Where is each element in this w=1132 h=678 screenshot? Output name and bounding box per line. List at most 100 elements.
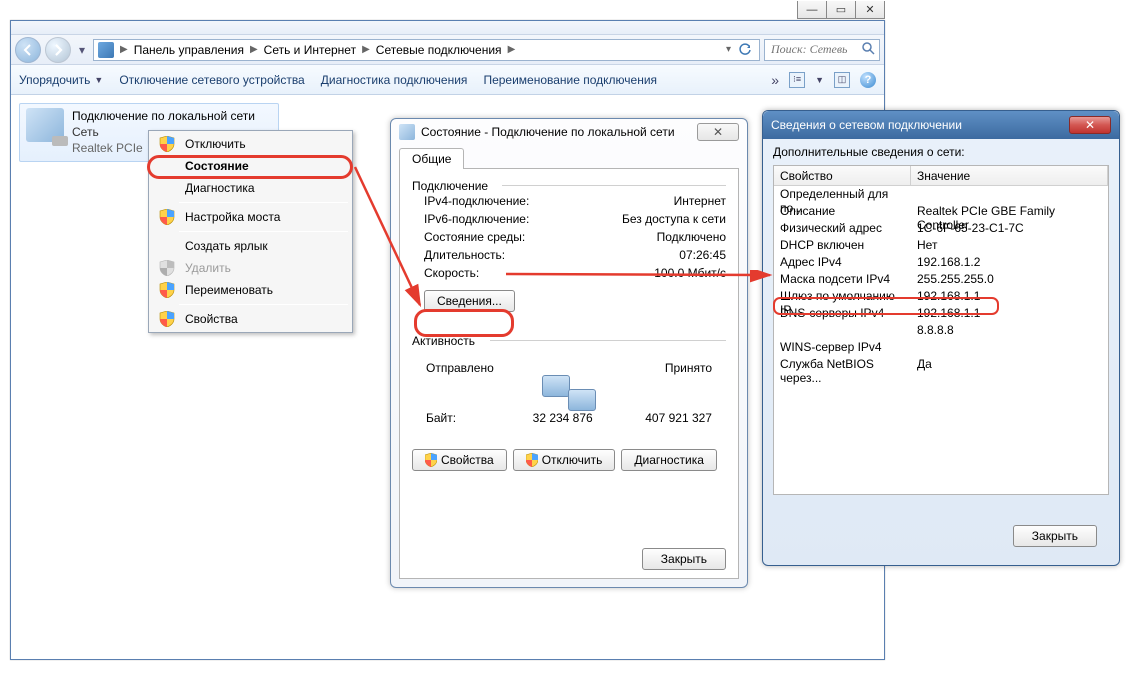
row-val: 192.168.1.2	[911, 254, 1108, 271]
ctx-status[interactable]: Состояние	[151, 155, 350, 177]
row-prop: Определенный для по...	[774, 186, 911, 203]
separator	[179, 231, 348, 232]
nav-back-button[interactable]	[15, 37, 41, 63]
ipv6-value: Без доступа к сети	[622, 212, 726, 226]
diagnose-button[interactable]: Диагностика подключения	[321, 73, 468, 87]
context-menu: Отключить Состояние Диагностика Настройк…	[148, 130, 353, 333]
shield-icon	[157, 209, 177, 225]
disable-label: Отключить	[542, 453, 603, 467]
address-row: ▾ ▶ Панель управления ▶ Сеть и Интернет …	[11, 35, 884, 65]
table-row[interactable]: DNS-серверы IPv4192.168.1.1	[774, 305, 1108, 322]
status-dialog: Состояние - Подключение по локальной сет…	[390, 118, 748, 588]
ctx-delete: Удалить	[151, 257, 350, 279]
separator	[179, 304, 348, 305]
shield-icon	[526, 453, 538, 467]
close-button[interactable]: Закрыть	[642, 548, 726, 570]
window-controls: — ▭ ✕	[798, 1, 885, 19]
separator	[502, 185, 726, 186]
search-box[interactable]	[764, 39, 880, 61]
search-icon[interactable]	[862, 42, 875, 58]
activity-area: Отправлено Принято Байт: 32 234 876 407 …	[412, 361, 726, 425]
organize-button[interactable]: Упорядочить ▼	[19, 73, 103, 87]
row-val: 192.168.1.1	[911, 305, 1108, 322]
breadcrumb-connections[interactable]: Сетевые подключения	[376, 43, 502, 57]
shield-icon	[425, 453, 437, 467]
nav-history-dropdown[interactable]: ▾	[75, 43, 89, 57]
speed-label: Скорость:	[412, 266, 479, 280]
status-close-button[interactable]: ✕	[697, 123, 739, 141]
row-prop: Физический адрес	[774, 220, 911, 237]
table-row[interactable]: ОписаниеRealtek PCIe GBE Family Controll…	[774, 203, 1108, 220]
ctx-status-label: Состояние	[185, 159, 249, 173]
button-row: Свойства Отключить Диагностика	[412, 449, 726, 471]
toolbar-overflow-icon[interactable]: »	[771, 72, 779, 88]
rename-button[interactable]: Переименование подключения	[483, 73, 657, 87]
ctx-shortcut[interactable]: Создать ярлык	[151, 235, 350, 257]
col-property[interactable]: Свойство	[774, 166, 911, 185]
shield-icon	[157, 311, 177, 327]
table-row[interactable]: 8.8.8.8	[774, 322, 1108, 339]
ctx-disable[interactable]: Отключить	[151, 133, 350, 155]
separator	[490, 340, 726, 341]
ctx-props[interactable]: Свойства	[151, 308, 350, 330]
duration-label: Длительность:	[412, 248, 505, 262]
nav-forward-button[interactable]	[45, 37, 71, 63]
close-button[interactable]: Закрыть	[1013, 525, 1097, 547]
details-close-button[interactable]: ✕	[1069, 116, 1111, 134]
ctx-rename[interactable]: Переименовать	[151, 279, 350, 301]
table-row[interactable]: Маска подсети IPv4255.255.255.0	[774, 271, 1108, 288]
breadcrumb-control-panel[interactable]: Панель управления	[134, 43, 244, 57]
col-value[interactable]: Значение	[911, 166, 1108, 185]
details-body: Дополнительные сведения о сети: Свойство…	[773, 145, 1109, 557]
address-dropdown-icon[interactable]: ▾	[726, 44, 731, 55]
ctx-disable-label: Отключить	[185, 137, 246, 151]
table-row[interactable]: Служба NetBIOS через...Да	[774, 356, 1108, 373]
help-button[interactable]: ?	[860, 72, 876, 88]
row-val	[911, 186, 1108, 203]
ctx-bridge[interactable]: Настройка моста	[151, 206, 350, 228]
search-input[interactable]	[769, 41, 849, 58]
table-row[interactable]: Шлюз по умолчанию IP...192.168.1.1	[774, 288, 1108, 305]
maximize-button[interactable]: ▭	[826, 1, 856, 19]
details-button[interactable]: Сведения...	[424, 290, 515, 312]
preview-pane-button[interactable]: ◫	[834, 72, 850, 88]
breadcrumb-network[interactable]: Сеть и Интернет	[264, 43, 356, 57]
group-activity-label: Активность	[412, 334, 726, 348]
view-options-button[interactable]: ⁝≡	[789, 72, 805, 88]
refresh-button[interactable]	[735, 40, 755, 60]
row-prop: Шлюз по умолчанию IP...	[774, 288, 911, 305]
breadcrumb-sep-icon: ▶	[250, 44, 258, 55]
disable-device-button[interactable]: Отключение сетевого устройства	[119, 73, 304, 87]
group-connection-label: Подключение	[412, 179, 726, 193]
recv-bytes: 407 921 327	[645, 411, 712, 425]
properties-button[interactable]: Свойства	[412, 449, 507, 471]
address-bar[interactable]: ▶ Панель управления ▶ Сеть и Интернет ▶ …	[93, 39, 760, 61]
table-row[interactable]: WINS-сервер IPv4	[774, 339, 1108, 356]
duration-value: 07:26:45	[679, 248, 726, 262]
tab-general[interactable]: Общие	[399, 148, 464, 169]
row-prop: Маска подсети IPv4	[774, 271, 911, 288]
chevron-down-icon: ▼	[94, 75, 103, 85]
minimize-button[interactable]: —	[797, 1, 827, 19]
disable-button[interactable]: Отключить	[513, 449, 616, 471]
close-button[interactable]: ✕	[855, 1, 885, 19]
table-row[interactable]: Определенный для по...	[774, 186, 1108, 203]
sent-label: Отправлено	[426, 361, 494, 375]
control-panel-icon	[98, 42, 114, 58]
ipv6-label: IPv6-подключение:	[412, 212, 529, 226]
ctx-rename-label: Переименовать	[185, 283, 273, 297]
table-row[interactable]: Адрес IPv4192.168.1.2	[774, 254, 1108, 271]
ipv4-label: IPv4-подключение:	[412, 194, 529, 208]
status-title: Состояние - Подключение по локальной сет…	[421, 125, 675, 139]
row-val: 255.255.255.0	[911, 271, 1108, 288]
bytes-label: Байт:	[426, 411, 456, 425]
activity-icon	[542, 375, 596, 411]
table-row[interactable]: DHCP включенНет	[774, 237, 1108, 254]
row-val: 1C-6F-65-23-C1-7C	[911, 220, 1108, 237]
ctx-diag[interactable]: Диагностика	[151, 177, 350, 199]
details-subtitle: Дополнительные сведения о сети:	[773, 145, 1109, 159]
separator	[179, 202, 348, 203]
table-row[interactable]: Физический адрес1C-6F-65-23-C1-7C	[774, 220, 1108, 237]
ctx-props-label: Свойства	[185, 312, 238, 326]
diagnose-button[interactable]: Диагностика	[621, 449, 717, 471]
